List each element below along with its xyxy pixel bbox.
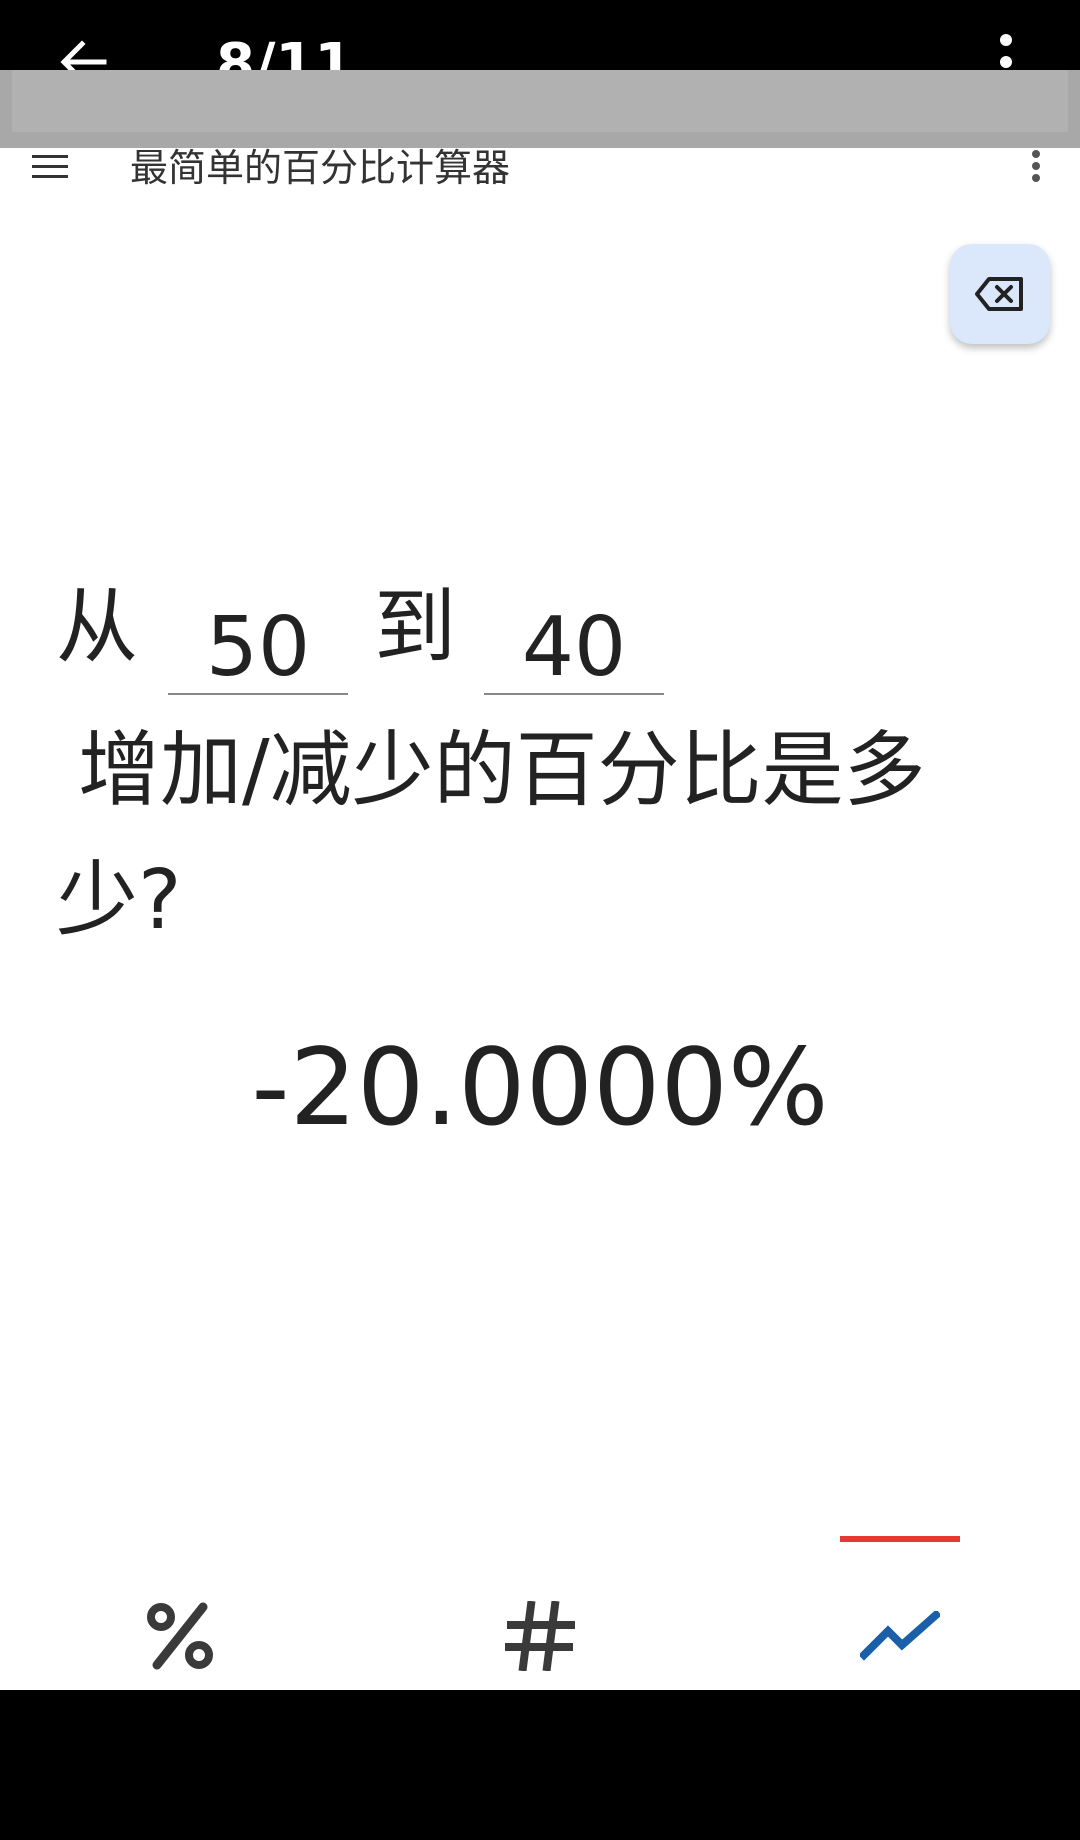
app-title: 最简单的百分比计算器 <box>130 146 511 190</box>
question-line: 增加/减少的百分比是多 <box>78 723 926 818</box>
tab-number[interactable] <box>360 1582 720 1690</box>
tab-change[interactable] <box>720 1582 1080 1690</box>
hash-icon <box>505 1601 575 1671</box>
backspace-clear-icon <box>975 277 1023 311</box>
app-header: 最简单的百分比计算器 <box>0 146 1080 190</box>
sentence-line-1: 从 50 到 40 <box>56 578 1036 698</box>
from-value-input[interactable]: 50 <box>168 578 348 695</box>
gray-overlay-inner <box>12 70 1068 132</box>
question-tail: 少? <box>56 853 182 948</box>
question-sentence: 从 50 到 40 增加/减少的百分比是多 少? <box>56 578 1036 966</box>
bottom-tab-bar <box>0 1582 1080 1690</box>
gray-overlay-strip <box>0 70 1080 148</box>
trending-icon <box>860 1611 940 1661</box>
word-from: 从 <box>56 580 139 675</box>
app-more-vert-icon[interactable] <box>1024 148 1048 184</box>
active-tab-indicator <box>840 1536 960 1542</box>
question-text: 增加/减少的百分比是多 少? <box>56 706 1048 966</box>
percent-icon <box>147 1602 213 1670</box>
screen: 8/11 最简单的百分比计算器 从 50 到 40 增加/减少的百分比是多 少?… <box>0 0 1080 1840</box>
word-to: 到 <box>374 580 457 675</box>
clear-button[interactable] <box>950 244 1050 344</box>
tab-percent[interactable] <box>0 1582 360 1690</box>
calculator-app: 最简单的百分比计算器 从 50 到 40 增加/减少的百分比是多 少? -20.… <box>0 146 1080 1690</box>
result-value: -20.0000% <box>251 1026 829 1149</box>
menu-icon[interactable] <box>32 152 68 182</box>
bottom-black-bar <box>0 1690 1080 1840</box>
to-value-input[interactable]: 40 <box>484 578 664 695</box>
